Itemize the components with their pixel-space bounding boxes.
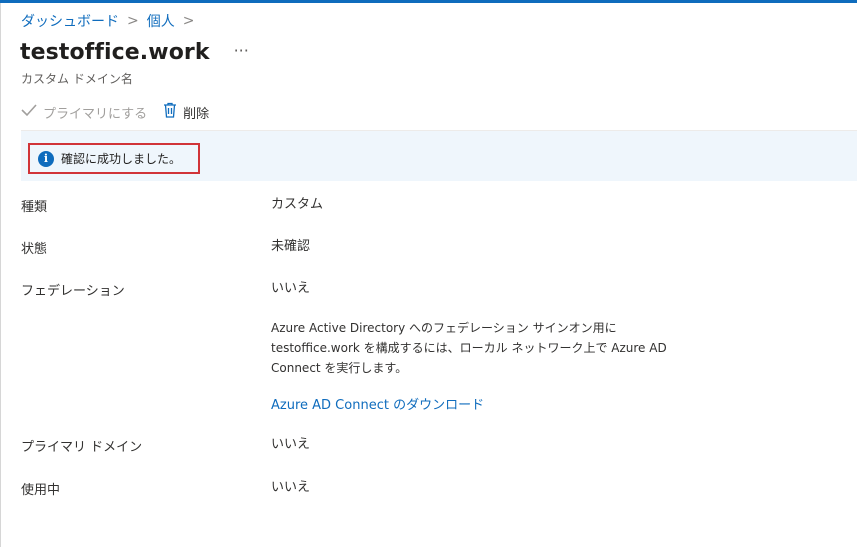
federation-desc-line: Azure Active Directory へのフェデレーション サインオン用… (271, 321, 617, 335)
command-bar: プライマリにする 削除 (21, 102, 209, 122)
title-row: testoffice.work ··· (20, 40, 249, 65)
make-primary-button[interactable]: プライマリにする (21, 103, 147, 122)
info-icon: i (38, 150, 54, 167)
primary-domain-value: いいえ (271, 437, 311, 452)
status-value: 未確認 (271, 239, 311, 254)
federation-desc-line: Connect を実行します。 (271, 361, 408, 375)
checkmark-icon (21, 103, 37, 121)
type-label: 種類 (21, 200, 48, 215)
success-message: 確認に成功しました。 (61, 152, 182, 166)
federation-label: フェデレーション (21, 284, 125, 299)
trash-icon (163, 102, 177, 122)
breadcrumb-personal[interactable]: 個人 (147, 11, 175, 31)
primary-domain-label: プライマリ ドメイン (21, 440, 143, 455)
delete-label: 削除 (183, 106, 210, 122)
status-label: 状態 (21, 242, 48, 257)
left-border (0, 3, 1, 547)
breadcrumb: ダッシュボード > 個人 > (21, 11, 194, 31)
in-use-value: いいえ (271, 480, 311, 495)
more-options-button[interactable]: ··· (234, 41, 249, 60)
breadcrumb-separator: > (127, 13, 139, 29)
success-message-highlight: i 確認に成功しました。 (28, 143, 200, 174)
page-title: testoffice.work (20, 40, 210, 65)
breadcrumb-separator: > (182, 13, 195, 29)
top-accent-bar (0, 0, 857, 3)
federation-description: Azure Active Directory へのフェデレーション サインオン用… (271, 318, 701, 378)
page-subtitle: カスタム ドメイン名 (21, 72, 133, 86)
in-use-label: 使用中 (21, 483, 61, 498)
breadcrumb-dashboard[interactable]: ダッシュボード (21, 11, 119, 31)
federation-desc-line: testoffice.work を構成するには、ローカル ネットワーク上で Az… (271, 341, 667, 355)
federation-value: いいえ (271, 281, 311, 296)
make-primary-label: プライマリにする (43, 106, 148, 122)
delete-button[interactable]: 削除 (163, 102, 209, 122)
download-azure-ad-connect-link[interactable]: Azure AD Connect のダウンロード (271, 394, 484, 413)
type-value: カスタム (271, 197, 324, 212)
